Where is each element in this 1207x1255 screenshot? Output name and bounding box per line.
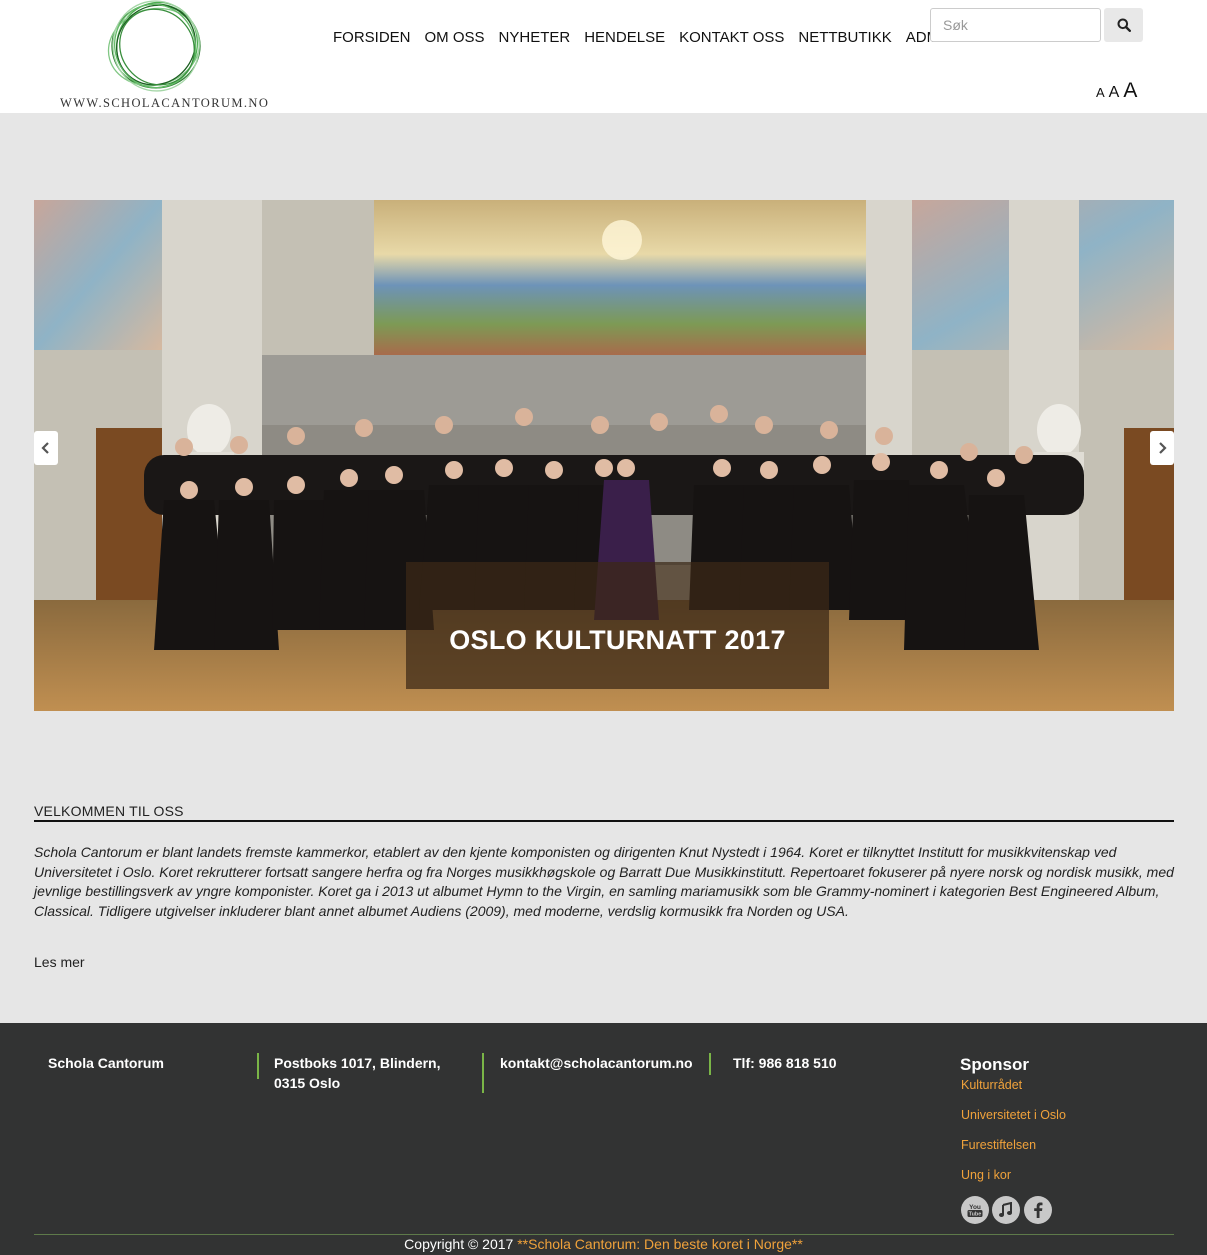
copyright: Copyright © 2017 **Schola Cantorum: Den …	[0, 1236, 1207, 1252]
nav-kontakt-oss[interactable]: KONTAKT OSS	[672, 29, 791, 47]
copyright-prefix: Copyright © 2017	[404, 1236, 514, 1252]
site-footer: Schola Cantorum Postboks 1017, Blindern,…	[0, 1023, 1207, 1255]
site-header: WWW.SCHOLACANTORUM.NO FORSIDEN OM OSS NY…	[0, 0, 1207, 113]
font-size-large[interactable]: A	[1123, 80, 1137, 101]
welcome-text: Schola Cantorum er blant landets fremste…	[34, 844, 1174, 919]
footer-email[interactable]: kontakt@scholacantorum.no	[500, 1053, 700, 1073]
music-link[interactable]	[992, 1196, 1020, 1224]
footer-divider	[482, 1053, 484, 1093]
hero-carousel[interactable]: OSLO KULTURNATT 2017	[34, 200, 1174, 711]
youtube-icon: You Tube	[967, 1204, 983, 1218]
svg-text:You: You	[969, 1204, 981, 1211]
slide-caption-text: OSLO KULTURNATT 2017	[449, 625, 786, 655]
youtube-link[interactable]: You Tube	[961, 1196, 989, 1224]
footer-divider	[257, 1053, 259, 1079]
carousel-prev-button[interactable]	[34, 431, 58, 465]
welcome-divider	[34, 820, 1174, 822]
footer-phone: Tlf: 986 818 510	[733, 1055, 837, 1071]
sponsor-link-furestiftelsen[interactable]: Furestiftelsen	[961, 1138, 1036, 1152]
font-size-medium[interactable]: A	[1109, 85, 1120, 101]
slide-caption: OSLO KULTURNATT 2017	[406, 562, 829, 689]
read-more-link[interactable]: Les mer	[34, 954, 85, 970]
site-logo[interactable]: WWW.SCHOLACANTORUM.NO	[56, 0, 270, 113]
nav-om-oss[interactable]: OM OSS	[418, 29, 492, 47]
carousel-next-button[interactable]	[1150, 431, 1174, 465]
facebook-link[interactable]	[1024, 1196, 1052, 1224]
sponsor-link-ung-i-kor[interactable]: Ung i kor	[961, 1168, 1011, 1182]
chevron-left-icon	[41, 442, 49, 454]
footer-org-name: Schola Cantorum	[48, 1055, 164, 1071]
font-size-small[interactable]: A	[1096, 86, 1105, 99]
chevron-right-icon	[1159, 442, 1167, 454]
nav-hendelse[interactable]: HENDELSE	[577, 29, 672, 47]
svg-text:Tube: Tube	[969, 1212, 982, 1218]
nav-nettbutikk[interactable]: NETTBUTIKK	[791, 29, 898, 47]
search-button[interactable]	[1104, 8, 1143, 42]
copyright-slogan: **Schola Cantorum: Den beste koret i Nor…	[517, 1236, 803, 1252]
sponsor-heading: Sponsor	[960, 1055, 1029, 1074]
nav-forsiden[interactable]: FORSIDEN	[326, 29, 418, 47]
welcome-heading: VELKOMMEN TIL OSS	[34, 803, 184, 819]
search-input[interactable]	[930, 8, 1101, 42]
music-icon	[999, 1202, 1012, 1217]
footer-divider-line	[34, 1234, 1174, 1235]
sponsor-link-uio[interactable]: Universitetet i Oslo	[961, 1108, 1066, 1122]
nav-nyheter[interactable]: NYHETER	[492, 29, 578, 47]
sponsor-link-kulturradet[interactable]: Kulturrådet	[961, 1078, 1022, 1092]
footer-address: Postboks 1017, Blindern, 0315 Oslo	[274, 1055, 441, 1091]
logo-text: WWW.SCHOLACANTORUM.NO	[60, 96, 270, 110]
search-icon	[1117, 18, 1131, 32]
footer-divider	[709, 1053, 711, 1075]
logo-rings-icon	[107, 0, 201, 92]
main-nav: FORSIDEN OM OSS NYHETER HENDELSE KONTAKT…	[326, 29, 961, 47]
font-size-controls: A A A	[1096, 80, 1141, 101]
facebook-icon	[1034, 1202, 1043, 1218]
